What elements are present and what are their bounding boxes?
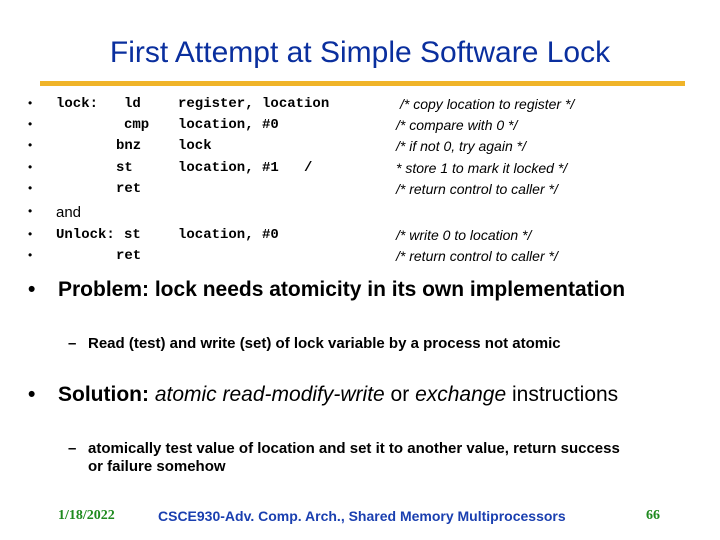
- code-line: • cmp location, #0 /* compare with 0 */: [28, 117, 708, 138]
- sub-bullet-text: Read (test) and write (set) of lock vari…: [88, 335, 561, 352]
- code-args: lock: [178, 138, 212, 154]
- bullet-problem: • Problem: lock needs atomicity in its o…: [28, 277, 668, 302]
- code-comment: * store 1 to mark it locked */: [396, 160, 568, 176]
- bullet: •: [28, 227, 33, 241]
- code-op: bnz: [116, 138, 142, 154]
- bullet-text: Solution: atomic read-modify-write or ex…: [58, 382, 668, 407]
- code-args: register, location: [178, 96, 330, 112]
- bullet: •: [28, 181, 33, 195]
- sub-bullet-marker: –: [68, 440, 77, 457]
- sub-bullet-text: atomically test value of location and se…: [88, 440, 620, 475]
- code-comment: /* copy location to register */: [400, 96, 575, 112]
- bullet: •: [28, 138, 33, 152]
- code-line: • lock: ld register, location /* copy lo…: [28, 96, 708, 117]
- bullet: •: [28, 248, 33, 262]
- solution-emphasis-2: exchange: [415, 383, 507, 406]
- sub-bullet-solution: – atomically test value of location and …: [68, 440, 628, 476]
- title-underline: [40, 81, 685, 86]
- footer-course: CSCE930-Adv. Comp. Arch., Shared Memory …: [158, 508, 566, 524]
- bullet-text: Problem: lock needs atomicity in its own…: [58, 278, 626, 301]
- bullet-marker: •: [28, 383, 36, 406]
- bullet: •: [28, 160, 33, 174]
- code-op: ret: [116, 181, 142, 197]
- footer-page-number: 66: [646, 508, 660, 523]
- code-op: cmp: [124, 117, 150, 133]
- code-op: st: [124, 227, 141, 243]
- solution-suffix: instructions: [506, 383, 619, 406]
- sub-bullet-marker: –: [68, 335, 77, 352]
- slide-title: First Attempt at Simple Software Lock: [109, 36, 611, 69]
- code-comment: /* if not 0, try again */: [396, 138, 526, 154]
- footer-date: 1/18/2022: [58, 508, 115, 523]
- code-args: location, #1 /: [178, 160, 313, 176]
- bullet: •: [28, 117, 33, 131]
- code-line: • ret /* return control to caller */: [28, 181, 708, 202]
- code-comment: /* compare with 0 */: [396, 117, 518, 133]
- code-comment: /* return control to caller */: [396, 248, 558, 264]
- bullet-marker: •: [28, 278, 36, 301]
- solution-mid: or: [384, 383, 416, 406]
- code-line: • st location, #1 / * store 1 to mark it…: [28, 160, 708, 181]
- code-line: • and: [28, 204, 708, 225]
- code-op: ld: [124, 96, 141, 112]
- code-args: location, #0: [178, 117, 279, 133]
- bullet: •: [28, 204, 33, 218]
- code-label: Unlock:: [56, 227, 115, 243]
- bullet-solution: • Solution: atomic read-modify-write or …: [28, 382, 668, 407]
- code-line: • bnz lock /* if not 0, try again */: [28, 138, 708, 159]
- code-op: st: [116, 160, 133, 176]
- code-text: and: [56, 204, 82, 221]
- code-args: location, #0: [178, 227, 279, 243]
- code-op: ret: [116, 248, 142, 264]
- code-line: • ret /* return control to caller */: [28, 248, 708, 269]
- code-label: lock:: [56, 96, 99, 112]
- code-line: • Unlock: st location, #0 /* write 0 to …: [28, 227, 708, 248]
- solution-emphasis-1: atomic read-modify-write: [154, 383, 385, 406]
- code-comment: /* write 0 to location */: [396, 227, 532, 243]
- solution-prefix: Solution:: [58, 383, 155, 406]
- bullet: •: [28, 96, 33, 110]
- code-comment: /* return control to caller */: [396, 181, 558, 197]
- sub-bullet-problem: – Read (test) and write (set) of lock va…: [68, 335, 628, 353]
